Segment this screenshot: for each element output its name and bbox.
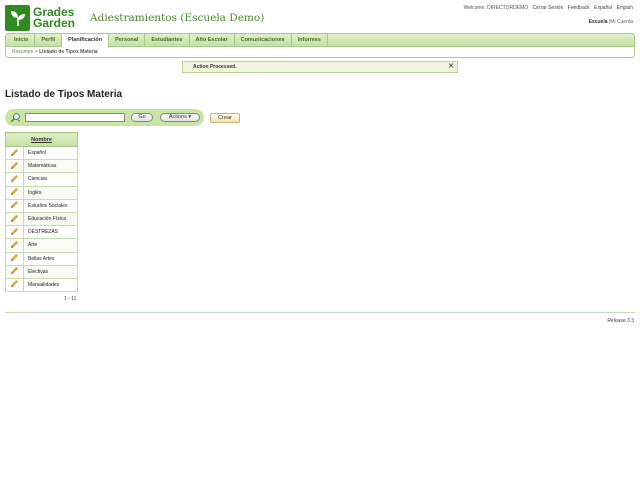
table-row: Arte [5,238,78,253]
subject-name[interactable]: Matemáticas [23,159,78,174]
tab-ano-escolar[interactable]: Año Escolar [190,34,235,46]
breadcrumb-separator: > [34,49,38,55]
search-icon [10,113,21,123]
tab-comunicaciones[interactable]: Comunicaciones [235,34,292,46]
nav-tabs: Inicio Perfil Planificación Personal Est… [6,34,634,48]
release-label: Release 3.3 [607,318,634,324]
pencil-icon[interactable] [10,200,19,209]
tab-informes[interactable]: Informes [292,34,328,46]
welcome-text: Welcome: DIRECTORDEMO [463,5,529,11]
pencil-icon[interactable] [10,148,19,157]
table-row: DESTREZAS [5,225,78,240]
table-row: Inglés [5,185,78,200]
gradesgarden-logo[interactable]: Grades Garden [5,4,83,31]
logo-text: Grades Garden [33,6,76,30]
edit-cell [5,251,24,266]
subject-name[interactable]: Estudios Sociales [23,198,78,213]
table-row: Electivas [5,264,78,279]
pencil-icon[interactable] [10,253,19,262]
search-bar: Go Actions ▾ [5,109,204,126]
subject-name[interactable]: Ciencias [23,172,78,187]
table-row: Ciencias [5,172,78,187]
edit-cell [5,145,24,161]
go-button[interactable]: Go [131,113,153,122]
subject-name[interactable]: Bellas Artes [23,251,78,266]
tab-personal[interactable]: Personal [109,34,146,46]
table-row: Manualidades [5,277,78,293]
subject-name[interactable]: Manualidades [23,277,78,293]
edit-cell [5,225,24,240]
subject-name[interactable]: Educación Física [23,211,78,227]
status-message: Action Processed. ✕ [182,61,458,73]
table-row: Español [5,145,78,161]
table-row: Bellas Artes [5,251,78,266]
edit-cell [5,238,24,253]
table-row: Estudios Sociales [5,198,78,213]
subject-name[interactable]: Electivas [23,264,78,279]
main-navbar: Inicio Perfil Planificación Personal Est… [5,33,635,58]
edit-cell [5,277,24,293]
school-links: Escuela |Mi Cuenta [589,19,633,25]
tab-estudiantes[interactable]: Estudiantes [145,34,190,46]
pencil-icon[interactable] [10,266,19,275]
pencil-icon[interactable] [10,279,19,288]
subject-name[interactable]: Inglés [23,185,78,200]
column-header-nombre[interactable]: Nombre [5,132,78,147]
table-row: Matemáticas [5,159,78,174]
top-links: Welcome: DIRECTORDEMO Cerrar Sesión Feed… [461,5,633,11]
tab-inicio[interactable]: Inicio [8,34,36,46]
edit-cell [5,159,24,174]
edit-cell [5,198,24,213]
create-button[interactable]: Crear [210,113,240,123]
pencil-icon[interactable] [10,240,19,249]
subject-types-table: Nombre Español Matemáticas Ciencias Inglés E… [5,132,78,293]
breadcrumb-root[interactable]: Resumen [12,49,33,55]
table-row: Educación Física [5,211,78,227]
actions-button[interactable]: Actions ▾ [160,113,200,122]
pencil-icon[interactable] [10,187,19,196]
app-title: Adiestramientos (Escuela Demo) [90,12,265,24]
pager: 1 - 11 [64,296,77,302]
tab-planificacion[interactable]: Planificación [62,34,110,48]
table-body: Español Matemáticas Ciencias Inglés Estudios… [5,145,78,293]
page-title: Listado de Tipos Materia [5,89,123,100]
my-account-link[interactable]: Mi Cuenta [610,19,633,25]
lang-es-link[interactable]: Español [594,5,612,11]
breadcrumb: Resumen > Listado de Tipos Materia [6,47,634,58]
tab-perfil[interactable]: Perfil [35,34,63,46]
edit-cell [5,185,24,200]
feedback-link[interactable]: Feedback [568,5,590,11]
edit-cell [5,211,24,227]
school-link[interactable]: Escuela [589,19,608,25]
search-input[interactable] [25,113,125,122]
plant-icon [5,4,30,31]
footer-divider [5,312,635,313]
table-header-row: Nombre [5,132,78,147]
edit-cell [5,264,24,279]
pencil-icon[interactable] [10,214,19,223]
subject-name[interactable]: Español [23,145,78,161]
logout-link[interactable]: Cerrar Sesión [533,5,564,11]
pencil-icon[interactable] [10,174,19,183]
pencil-icon[interactable] [10,227,19,236]
pencil-icon[interactable] [10,161,19,170]
status-message-text: Action Processed. [193,64,237,70]
breadcrumb-current: Listado de Tipos Materia [39,49,98,55]
logo-line2: Garden [33,15,76,30]
lang-en-link[interactable]: English [617,5,633,11]
subject-name[interactable]: DESTREZAS [23,225,78,240]
subject-name[interactable]: Arte [23,238,78,253]
edit-cell [5,172,24,187]
close-icon[interactable]: ✕ [448,62,454,71]
